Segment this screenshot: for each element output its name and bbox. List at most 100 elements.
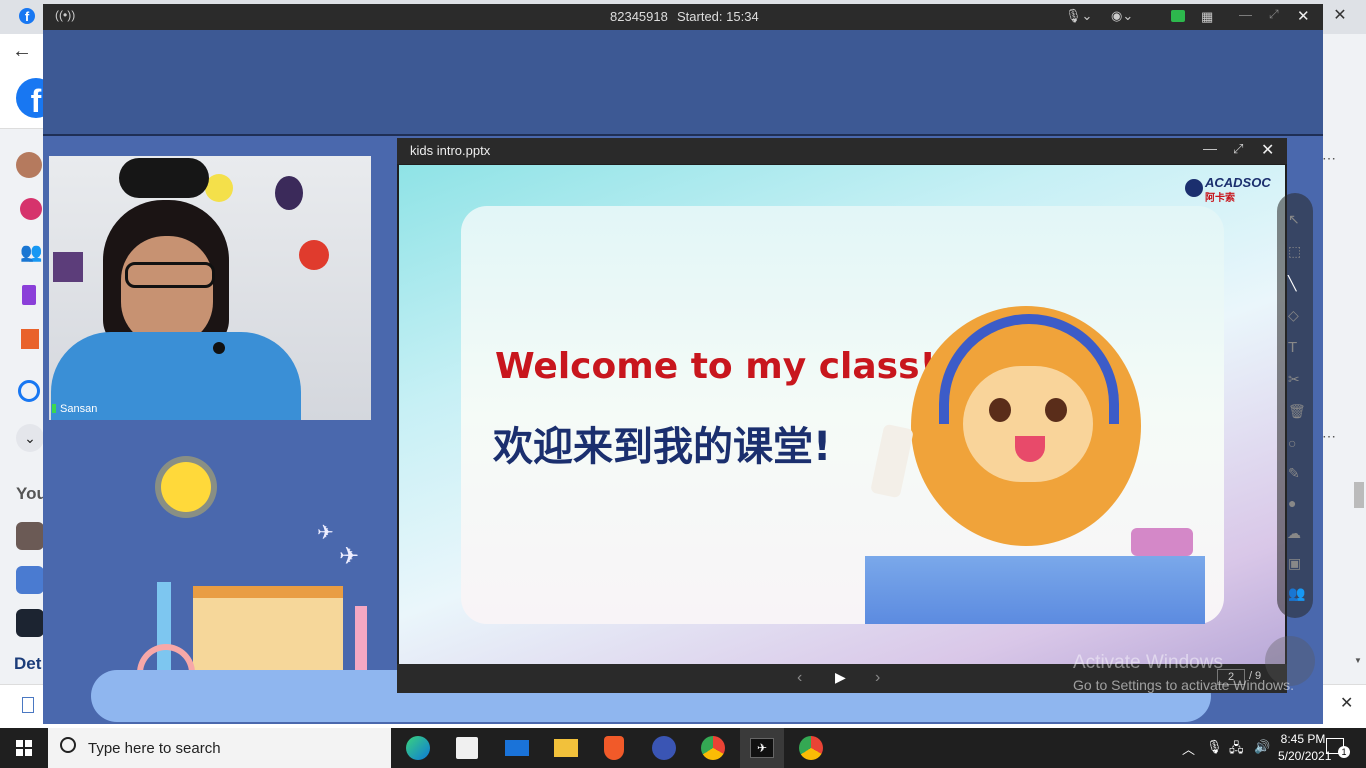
windows-start-icon[interactable] <box>16 740 32 756</box>
search-icon <box>60 737 76 753</box>
glasses <box>125 262 215 288</box>
presentation-file-name: kids intro.pptx <box>410 143 491 158</box>
back-arrow-icon[interactable]: ← <box>12 40 34 62</box>
books <box>1131 528 1193 556</box>
participant-name-text: Sansan <box>60 403 98 415</box>
headset-icon <box>213 342 225 354</box>
facebook-right-column: ⋯ ⋯ ▼ <box>1322 34 1366 684</box>
classroom-app-icon[interactable]: ✈ <box>750 738 774 758</box>
slide-heading-english: Welcome to my class! <box>495 346 936 387</box>
sun-decoration <box>161 462 211 512</box>
scroll-paper <box>870 423 914 499</box>
edge-icon[interactable] <box>406 736 430 760</box>
play-slide-icon[interactable]: ▶ <box>835 669 846 686</box>
file-icon[interactable] <box>22 697 34 713</box>
taskbar-search-box[interactable]: Type here to search <box>48 728 391 768</box>
presentation-maximize-icon[interactable]: ⤢ <box>1233 141 1243 157</box>
file-explorer-icon[interactable] <box>554 739 578 757</box>
lion-mascot <box>870 296 1161 556</box>
notification-count: 1 <box>1338 746 1350 758</box>
tray-microphone-icon[interactable]: 🎙 <box>1206 739 1223 755</box>
saved-bookmark-icon[interactable] <box>22 285 36 305</box>
more-options-icon-2[interactable]: ⋯ <box>1322 428 1336 445</box>
tray-network-icon[interactable]: 🖧 <box>1229 739 1244 761</box>
network-app-icon[interactable] <box>652 736 676 760</box>
paper-plane-decoration-2: ✈ <box>339 543 360 570</box>
session-started: Started: 15:34 <box>677 9 759 24</box>
reward-tool-icon[interactable]: ● <box>1288 495 1296 511</box>
eraser-tool-icon[interactable]: ◇ <box>1288 307 1299 324</box>
shortcut-thumb-1[interactable] <box>16 522 44 550</box>
acadsoc-logo-mark-icon <box>1185 179 1203 197</box>
see-more-chevron-icon[interactable]: ⌄ <box>16 424 44 452</box>
memories-clock-icon[interactable] <box>18 380 40 402</box>
text-tool-icon[interactable]: T <box>1288 339 1297 356</box>
participant-name: Sansan <box>52 403 97 415</box>
clock-time[interactable]: 8:45 PM <box>1280 732 1326 746</box>
person-face <box>121 236 213 346</box>
scrollbar-thumb[interactable] <box>1354 482 1364 508</box>
slide-heading-chinese: 欢迎来到我的课堂! <box>493 424 832 470</box>
select-tool-icon[interactable]: ⬚ <box>1288 243 1301 260</box>
shortcut-thumb-3[interactable] <box>16 609 44 637</box>
previous-slide-icon[interactable]: ‹ <box>797 669 802 687</box>
users-tool-icon[interactable]: 👥 <box>1288 585 1305 602</box>
tray-chevron-icon[interactable]: ︿ <box>1182 739 1195 758</box>
presentation-minimize-icon[interactable]: — <box>1203 140 1217 156</box>
dating-heart-icon[interactable] <box>20 198 42 220</box>
screen-share-icon[interactable] <box>1171 10 1185 22</box>
scroll-down-arrow-icon[interactable]: ▼ <box>1354 656 1362 665</box>
acadsoc-logo-cn: 阿卡索 <box>1205 193 1235 204</box>
edit-tool-icon[interactable]: ✎ <box>1288 465 1300 482</box>
classroom-top-strip <box>43 30 1323 136</box>
chrome-icon[interactable] <box>701 736 725 760</box>
friends-icon[interactable]: 👥 <box>20 242 42 264</box>
scissors-tool-icon[interactable]: ✂ <box>1288 371 1300 388</box>
facebook-left-sidebar: 👥 ⌄ You Det <box>0 128 47 688</box>
search-placeholder: Type here to search <box>88 740 221 757</box>
close-icon[interactable]: ✕ <box>1297 7 1310 25</box>
next-slide-icon[interactable]: › <box>875 669 880 687</box>
school-building-decoration <box>193 586 343 682</box>
microphone-dropdown-icon[interactable]: 🎙⌄ <box>1065 8 1092 24</box>
side-partial-label: Det <box>14 654 42 673</box>
grid-layout-icon[interactable]: ▦ <box>1201 9 1213 25</box>
minimize-icon[interactable]: — <box>1239 7 1252 22</box>
pages-flag-icon[interactable] <box>21 329 39 349</box>
teacher-video-tile[interactable] <box>49 156 371 420</box>
annotation-toolbar: ↖ ⬚ ╲ ◇ T ✂ 🗑 ○ ✎ ● ☁ ▣ 👥 <box>1277 193 1313 618</box>
pen-tool-icon[interactable]: ╲ <box>1288 275 1296 292</box>
sticker-decor-3 <box>275 176 303 210</box>
slide-card: Welcome to my class! 欢迎来到我的课堂! <box>461 206 1224 624</box>
download-bar-close-icon[interactable]: ✕ <box>1340 693 1353 713</box>
tray-volume-icon[interactable]: 🔊 <box>1254 739 1270 755</box>
brave-icon[interactable] <box>604 736 624 760</box>
browser-close-icon[interactable]: ✕ <box>1330 6 1350 26</box>
shortcut-thumb-2[interactable] <box>16 566 44 594</box>
acadsoc-logo: ACADSOC 阿卡索 <box>1185 175 1275 205</box>
activate-windows-subtitle: Go to Settings to activate Windows. <box>1073 677 1294 693</box>
facebook-tab-icon[interactable]: f <box>19 8 35 24</box>
cloud-tool-icon[interactable]: ☁ <box>1287 525 1301 542</box>
presentation-title-bar: kids intro.pptx — ⤢ ✕ <box>397 138 1287 164</box>
store-icon[interactable] <box>456 737 478 759</box>
mail-icon[interactable] <box>505 740 529 756</box>
pointer-tool-icon[interactable]: ↖ <box>1288 211 1300 228</box>
clock-date[interactable]: 5/20/2021 <box>1278 749 1331 763</box>
toolbox-tool-icon[interactable]: ▣ <box>1288 555 1301 572</box>
presentation-close-icon[interactable]: ✕ <box>1261 140 1274 160</box>
desk <box>865 556 1205 624</box>
chrome-icon-2[interactable] <box>799 736 823 760</box>
trash-tool-icon[interactable]: 🗑 <box>1288 403 1306 420</box>
classroom-title-bar: ((•)) 82345918 Started: 15:34 🎙⌄ ◉⌄ ▦ — … <box>43 4 1323 30</box>
sticker-decor <box>205 174 233 202</box>
mic-active-icon <box>52 404 56 413</box>
maximize-icon[interactable]: ⤢ <box>1269 7 1279 22</box>
shape-tool-icon[interactable]: ○ <box>1288 435 1296 451</box>
activate-windows-title: Activate Windows <box>1073 652 1223 673</box>
more-options-icon[interactable]: ⋯ <box>1322 150 1336 167</box>
broadcast-icon: ((•)) <box>55 8 76 22</box>
profile-avatar[interactable] <box>16 152 42 178</box>
camera-dropdown-icon[interactable]: ◉⌄ <box>1111 8 1133 24</box>
acadsoc-logo-text: ACADSOC <box>1205 175 1271 190</box>
